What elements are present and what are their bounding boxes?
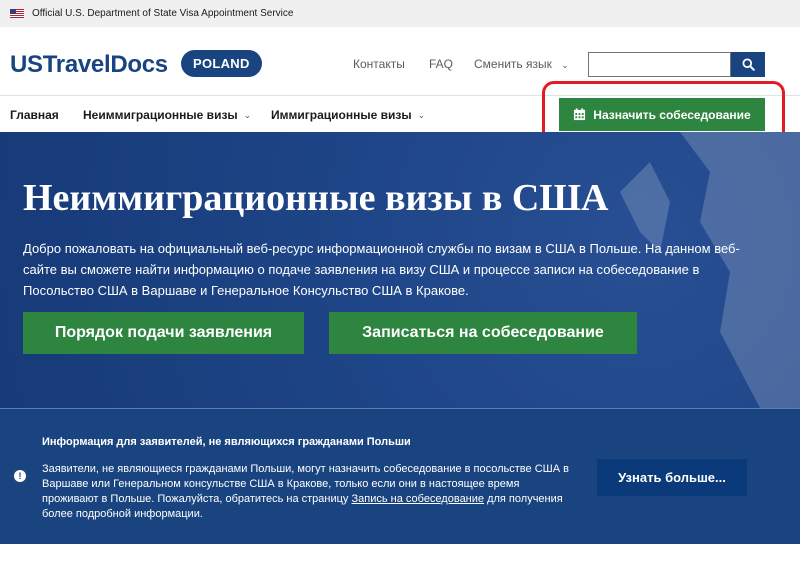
chevron-down-icon: ⌄ — [243, 109, 252, 120]
schedule-appointment-button[interactable]: Назначить собеседование — [559, 98, 765, 131]
nav-item-immigrant-label: Иммиграционные визы — [271, 108, 412, 122]
book-interview-button[interactable]: Записаться на собеседование — [329, 312, 637, 354]
nav-item-nonimmigrant-label: Неиммиграционные визы — [83, 108, 238, 122]
schedule-appointment-label: Назначить собеседование — [593, 107, 751, 122]
page-title: Неиммиграционные визы в США — [23, 177, 609, 219]
site-header: USTravelDocs POLAND Контакты FAQ Сменить… — [0, 27, 800, 95]
alert-interview-link[interactable]: Запись на собеседование — [352, 493, 485, 505]
nav-item-home-label: Главная — [10, 108, 59, 122]
nav-item-immigrant[interactable]: Иммиграционные визы ⌄ — [271, 108, 425, 122]
search-icon — [741, 58, 755, 71]
site-logo[interactable]: USTravelDocs — [10, 51, 168, 79]
main-nav: Главная Неиммиграционные визы ⌄ Иммиграц… — [0, 95, 800, 132]
learn-more-button[interactable]: Узнать больше... — [597, 459, 747, 496]
chevron-down-icon: ⌄ — [417, 109, 426, 120]
language-switcher[interactable]: Сменить язык ⌄ — [474, 57, 569, 71]
alert-title: Информация для заявителей, не являющихся… — [42, 436, 411, 448]
official-banner: Official U.S. Department of State Visa A… — [0, 0, 800, 27]
country-badge: POLAND — [181, 50, 262, 77]
calendar-icon — [574, 108, 586, 121]
info-alert: ! Информация для заявителей, не являющих… — [0, 408, 800, 544]
nav-item-home[interactable]: Главная — [10, 108, 59, 122]
alert-text: Заявители, не являющиеся гражданами Поль… — [42, 462, 572, 522]
chevron-down-icon: ⌄ — [561, 60, 569, 70]
hero-section: Неиммиграционные визы в США Добро пожало… — [0, 132, 800, 408]
application-process-button[interactable]: Порядок подачи заявления — [23, 312, 304, 354]
official-banner-text: Official U.S. Department of State Visa A… — [32, 8, 294, 19]
language-switcher-label: Сменить язык — [474, 57, 552, 71]
search-input[interactable] — [588, 52, 731, 77]
hero-description: Добро пожаловать на официальный веб-ресу… — [23, 241, 740, 298]
search-button[interactable] — [731, 52, 765, 77]
faq-link[interactable]: FAQ — [429, 57, 453, 71]
us-flag-icon — [10, 9, 24, 18]
page-bottom — [0, 544, 800, 570]
contacts-link[interactable]: Контакты — [353, 57, 405, 71]
info-icon: ! — [14, 470, 26, 482]
nav-item-nonimmigrant[interactable]: Неиммиграционные визы ⌄ — [83, 108, 251, 122]
